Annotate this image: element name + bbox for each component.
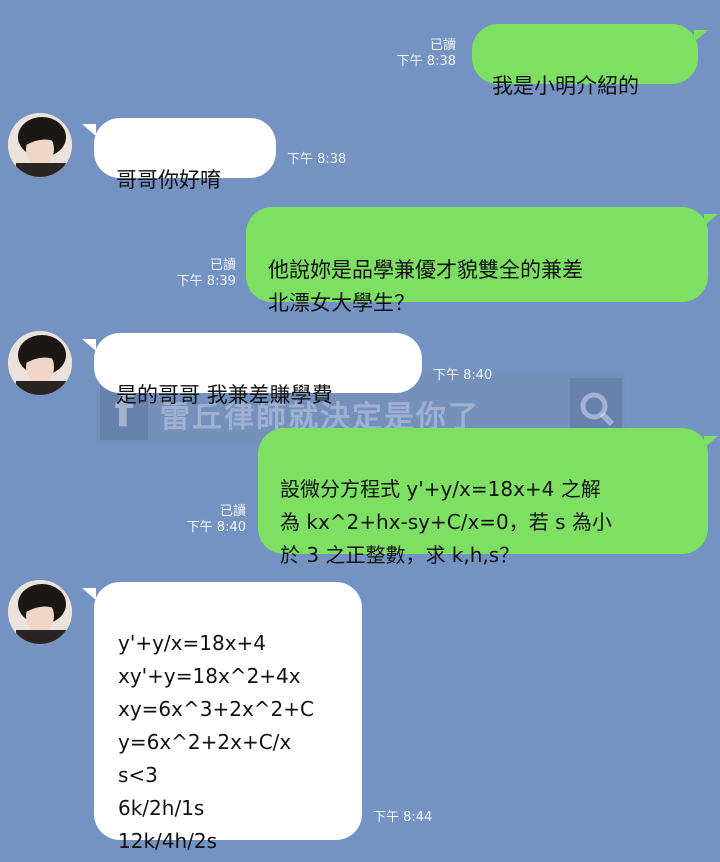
bubble-tail [704,214,718,226]
bubble-tail [704,436,718,448]
bubble-tail [694,30,708,42]
message-bubble-outgoing[interactable]: 我是小明介紹的 [472,24,698,98]
message-meta: 已讀 下午 8:39 [140,258,236,290]
message-text: 設微分方程式 y'+y/x=18x+4 之解 為 kx^2+hx-sy+C/x=… [280,477,612,567]
message-text: 是的哥哥 我兼差賺學費 [116,383,333,407]
timestamp: 下午 8:44 [373,810,433,825]
message-text: 他說妳是品學兼優才貌雙全的兼差 北漂女大學生？ [268,258,583,315]
avatar-image-icon [8,331,72,395]
read-receipt: 已讀 [209,258,236,273]
bubble-tail [82,339,96,351]
message-text: 哥哥你好唷 [116,168,221,192]
timestamp: 下午 8:38 [396,54,456,69]
message-meta: 已讀 下午 8:38 [360,38,456,70]
message-text: 我是小明介紹的 [492,74,639,98]
avatar-image-icon [8,580,72,644]
bubble-tail [82,124,96,136]
avatar[interactable] [8,580,72,644]
message-bubble-incoming[interactable]: 哥哥你好唷 [94,118,276,192]
message-bubble-incoming[interactable]: y'+y/x=18x+4 xy'+y=18x^2+4x xy=6x^3+2x^2… [94,582,362,853]
bubble-tail [82,588,96,600]
avatar-image-icon [8,113,72,177]
timestamp: 下午 8:39 [176,274,236,289]
read-receipt: 已讀 [429,38,456,53]
timestamp: 下午 8:40 [186,520,246,535]
read-receipt: 已讀 [219,504,246,519]
message-bubble-outgoing[interactable]: 設微分方程式 y'+y/x=18x+4 之解 為 kx^2+hx-sy+C/x=… [258,428,708,567]
message-text: y'+y/x=18x+4 xy'+y=18x^2+4x xy=6x^3+2x^2… [118,631,314,853]
message-bubble-incoming[interactable]: 是的哥哥 我兼差賺學費 [94,333,422,407]
avatar[interactable] [8,331,72,395]
message-meta: 已讀 下午 8:40 [150,504,246,536]
timestamp: 下午 8:40 [433,368,493,383]
avatar[interactable] [8,113,72,177]
message-bubble-outgoing[interactable]: 他說妳是品學兼優才貌雙全的兼差 北漂女大學生？ [246,207,708,315]
timestamp: 下午 8:38 [287,152,347,167]
